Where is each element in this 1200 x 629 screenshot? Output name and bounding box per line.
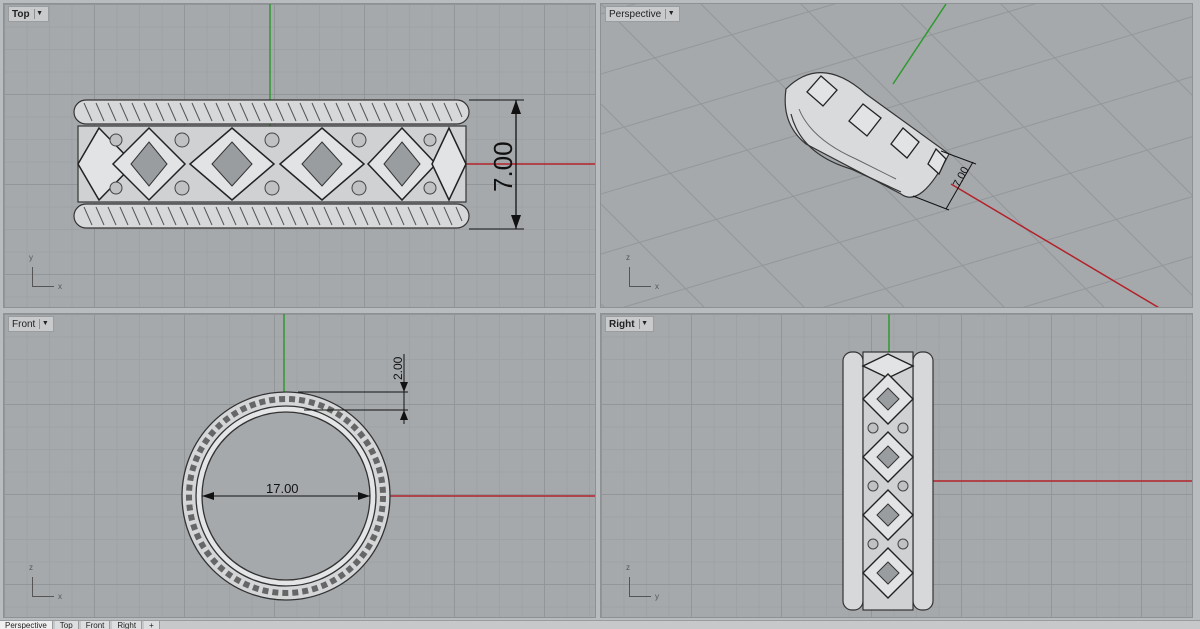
viewport-menu-icon[interactable]: ▼ xyxy=(39,319,50,329)
axis-indicator-perspective: zx xyxy=(626,253,659,291)
viewport-title-right[interactable]: Right ▼ xyxy=(605,316,654,332)
viewport-menu-icon[interactable]: ▼ xyxy=(665,9,676,19)
viewport-top[interactable]: Top ▼ 7.00 y x xyxy=(3,3,596,308)
axis-indicator-right: zy xyxy=(626,563,659,601)
viewport-menu-icon[interactable]: ▼ xyxy=(33,9,45,19)
dimension-label-perspective: 7.00 xyxy=(951,165,972,190)
right-scene xyxy=(842,314,1192,611)
axis-indicator-front: zx xyxy=(29,563,62,601)
viewport-title-front[interactable]: Front ▼ xyxy=(8,316,55,332)
ring-perspective-view xyxy=(784,72,950,198)
viewport-menu-icon[interactable]: ▼ xyxy=(638,319,650,329)
ring-right-view xyxy=(842,351,934,611)
top-scene: 7.00 xyxy=(73,4,595,230)
dimension-label-top: 7.00 xyxy=(488,141,518,192)
dimension-label-width: 2.00 xyxy=(391,356,405,380)
ring-top-view xyxy=(73,99,470,229)
front-scene: 2.00 17.00 xyxy=(181,314,595,601)
dimension-label-diameter: 17.00 xyxy=(266,481,299,496)
viewport-title-top[interactable]: Top ▼ xyxy=(8,6,49,22)
viewport-front[interactable]: Front ▼ 2.00 17.00 zx xyxy=(3,313,596,618)
x-axis-line xyxy=(950,183,1160,307)
viewport-title-perspective[interactable]: Perspective ▼ xyxy=(605,6,681,22)
axis-indicator-top: yx xyxy=(29,253,62,291)
perspective-scene: 7.00 xyxy=(601,4,1192,307)
viewport-right[interactable]: Right ▼ z y xyxy=(600,313,1193,618)
viewport-perspective[interactable]: 7.00 Perspective ▼ zx xyxy=(600,3,1193,308)
